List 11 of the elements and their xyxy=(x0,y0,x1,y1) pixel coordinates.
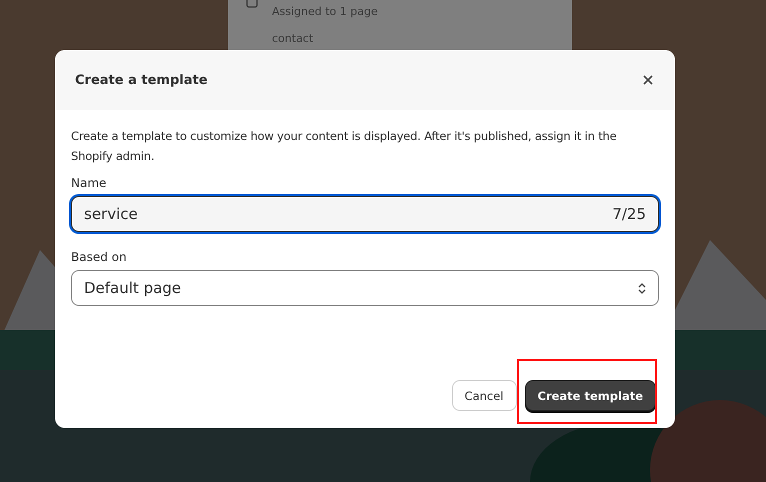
close-icon[interactable] xyxy=(643,75,653,85)
assignment-text: Assigned to 1 page xyxy=(272,5,379,18)
create-template-button[interactable]: Create template xyxy=(524,380,656,411)
template-select[interactable]: Default page xyxy=(71,270,659,306)
field-label: Based on xyxy=(71,250,128,264)
cancel-button[interactable]: Cancel xyxy=(452,380,517,411)
chevron-up-down-icon xyxy=(638,282,646,294)
field-label: Name xyxy=(71,176,108,190)
name-input-field[interactable]: service 7/25 xyxy=(71,196,659,232)
dialog-title: Create a template xyxy=(75,72,208,88)
description-text: Create a template to customize how your content is displayed. After it's published, assign it in the Shopify admin. xyxy=(71,128,618,165)
